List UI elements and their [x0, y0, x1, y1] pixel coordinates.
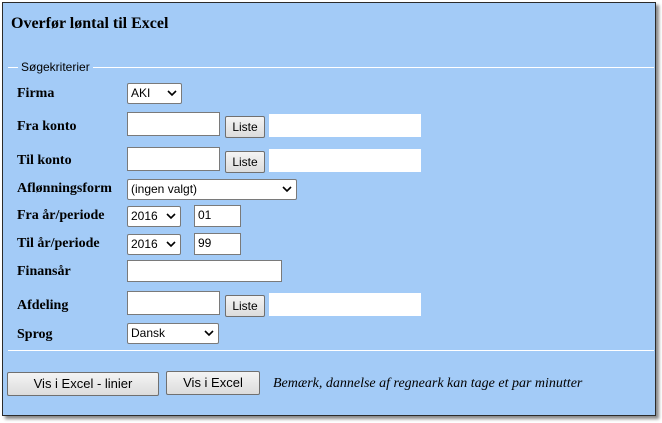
firma-select[interactable]: AKI	[127, 83, 182, 104]
firma-select-value: AKI	[131, 86, 151, 100]
afloenningsform-label: Aflønningsform	[17, 181, 112, 196]
sprog-select[interactable]: Dansk	[127, 323, 219, 344]
firma-label: Firma	[17, 86, 55, 101]
fra-konto-name-display	[269, 114, 421, 137]
afdeling-name-display	[269, 293, 421, 316]
fra-aar-periode-label: Fra år/periode	[17, 208, 105, 223]
fra-konto-list-button[interactable]: Liste	[225, 116, 265, 138]
fra-periode-input[interactable]: 01	[194, 205, 241, 227]
chevron-down-icon	[204, 330, 214, 337]
til-aar-periode-label: Til år/periode	[17, 236, 100, 251]
sprog-select-value: Dansk	[131, 326, 166, 340]
chevron-down-icon	[167, 90, 177, 97]
dialog-window: Overfør løntal til Excel Søgekriterier F…	[2, 2, 656, 416]
afdeling-list-button[interactable]: Liste	[225, 295, 265, 317]
chevron-down-icon	[166, 241, 176, 248]
til-aar-select[interactable]: 2016	[127, 234, 181, 255]
vis-i-excel-button[interactable]: Vis i Excel	[166, 371, 260, 395]
afdeling-input[interactable]	[127, 291, 220, 315]
til-konto-name-display	[269, 149, 421, 172]
finansaar-label: Finansår	[17, 264, 71, 279]
dialog-title: Overfør løntal til Excel	[11, 15, 169, 32]
fra-konto-input[interactable]	[127, 112, 220, 136]
fra-konto-label: Fra konto	[17, 119, 77, 134]
fra-aar-select[interactable]: 2016	[127, 206, 181, 227]
til-konto-label: Til konto	[17, 153, 72, 168]
vis-i-excel-linier-button[interactable]: Vis i Excel - linier	[7, 372, 159, 396]
afloenningsform-select-value: (ingen valgt)	[131, 182, 198, 196]
fra-aar-select-value: 2016	[131, 209, 158, 223]
til-konto-input[interactable]	[127, 147, 220, 171]
chevron-down-icon	[282, 186, 292, 193]
til-periode-input[interactable]: 99	[194, 233, 241, 255]
search-criteria-legend: Søgekriterier	[18, 60, 93, 74]
sprog-label: Sprog	[17, 327, 53, 342]
finansaar-input[interactable]	[127, 260, 282, 282]
afloenningsform-select[interactable]: (ingen valgt)	[127, 179, 297, 200]
chevron-down-icon	[166, 213, 176, 220]
til-konto-list-button[interactable]: Liste	[225, 151, 265, 173]
afdeling-label: Afdeling	[17, 298, 69, 313]
processing-time-note: Bemærk, dannelse af regneark kan tage et…	[273, 376, 583, 391]
til-aar-select-value: 2016	[131, 237, 158, 251]
